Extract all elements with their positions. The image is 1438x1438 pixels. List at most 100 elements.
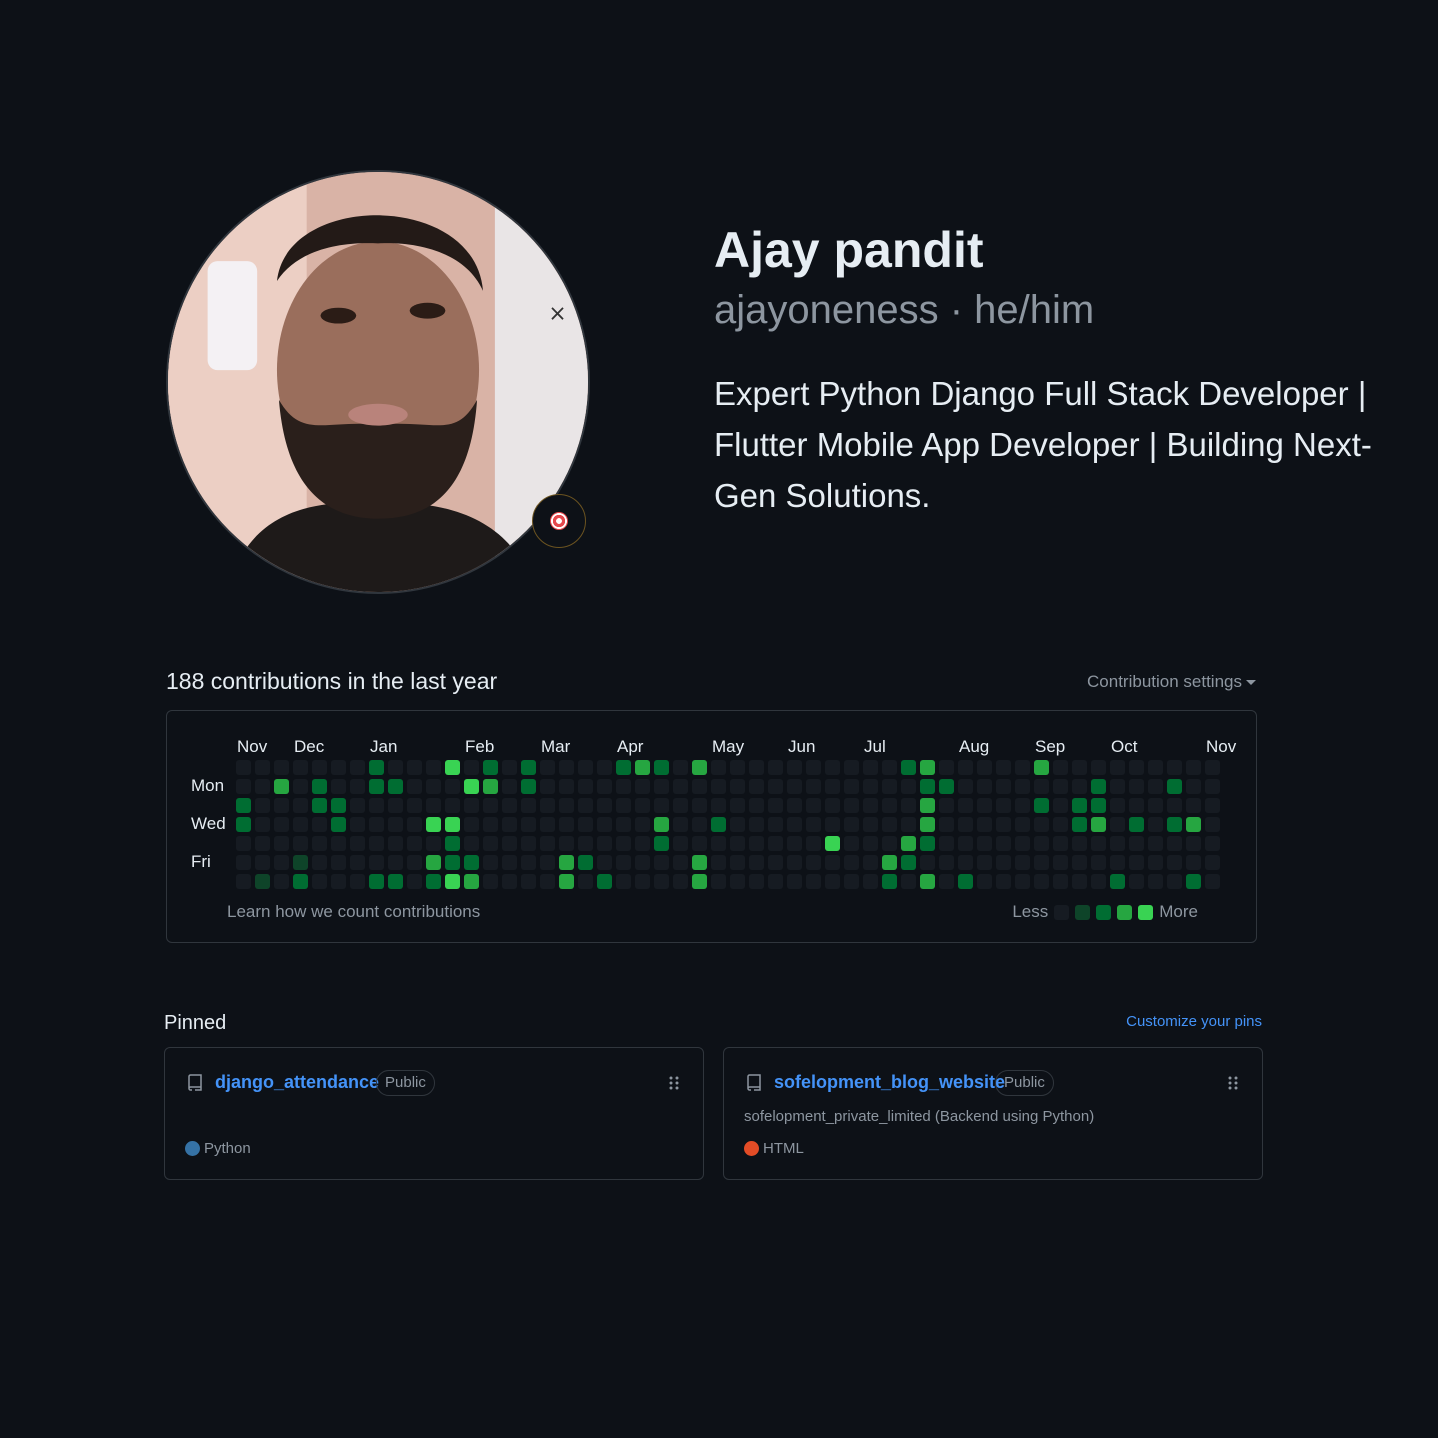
contribution-day-cell[interactable] bbox=[369, 798, 384, 813]
contribution-day-cell[interactable] bbox=[521, 760, 536, 775]
contribution-day-cell[interactable] bbox=[521, 855, 536, 870]
contribution-day-cell[interactable] bbox=[578, 855, 593, 870]
contribution-day-cell[interactable] bbox=[483, 798, 498, 813]
contribution-day-cell[interactable] bbox=[312, 836, 327, 851]
contribution-day-cell[interactable] bbox=[274, 779, 289, 794]
contribution-day-cell[interactable] bbox=[559, 874, 574, 889]
contribution-day-cell[interactable] bbox=[654, 817, 669, 832]
contribution-day-cell[interactable] bbox=[255, 779, 270, 794]
contribution-day-cell[interactable] bbox=[502, 817, 517, 832]
contribution-day-cell[interactable] bbox=[977, 855, 992, 870]
contribution-day-cell[interactable] bbox=[673, 836, 688, 851]
contribution-day-cell[interactable] bbox=[597, 760, 612, 775]
contribution-day-cell[interactable] bbox=[331, 836, 346, 851]
contribution-day-cell[interactable] bbox=[958, 874, 973, 889]
contribution-day-cell[interactable] bbox=[483, 855, 498, 870]
contribution-day-cell[interactable] bbox=[464, 798, 479, 813]
contribution-day-cell[interactable] bbox=[388, 836, 403, 851]
contribution-day-cell[interactable] bbox=[673, 874, 688, 889]
contribution-day-cell[interactable] bbox=[654, 855, 669, 870]
contribution-day-cell[interactable] bbox=[825, 855, 840, 870]
contribution-day-cell[interactable] bbox=[635, 798, 650, 813]
repo-name-link[interactable]: sofelopment_blog_website bbox=[774, 1072, 1005, 1093]
contribution-day-cell[interactable] bbox=[255, 817, 270, 832]
contribution-day-cell[interactable] bbox=[521, 874, 536, 889]
contribution-day-cell[interactable] bbox=[901, 817, 916, 832]
contribution-day-cell[interactable] bbox=[578, 779, 593, 794]
contribution-day-cell[interactable] bbox=[635, 817, 650, 832]
contribution-day-cell[interactable] bbox=[863, 760, 878, 775]
contribution-day-cell[interactable] bbox=[1186, 798, 1201, 813]
contribution-day-cell[interactable] bbox=[958, 798, 973, 813]
contribution-day-cell[interactable] bbox=[1034, 760, 1049, 775]
contribution-day-cell[interactable] bbox=[1072, 874, 1087, 889]
contribution-day-cell[interactable] bbox=[559, 817, 574, 832]
contribution-day-cell[interactable] bbox=[578, 798, 593, 813]
contribution-day-cell[interactable] bbox=[1110, 817, 1125, 832]
contribution-day-cell[interactable] bbox=[445, 760, 460, 775]
contribution-day-cell[interactable] bbox=[1015, 836, 1030, 851]
contribution-day-cell[interactable] bbox=[426, 855, 441, 870]
contribution-day-cell[interactable] bbox=[236, 855, 251, 870]
contribution-day-cell[interactable] bbox=[597, 779, 612, 794]
contribution-day-cell[interactable] bbox=[1091, 779, 1106, 794]
contribution-day-cell[interactable] bbox=[293, 779, 308, 794]
contribution-day-cell[interactable] bbox=[939, 760, 954, 775]
contribution-day-cell[interactable] bbox=[597, 798, 612, 813]
drag-handle-icon[interactable] bbox=[1228, 1076, 1238, 1090]
contribution-day-cell[interactable] bbox=[787, 855, 802, 870]
contribution-day-cell[interactable] bbox=[255, 855, 270, 870]
contribution-day-cell[interactable] bbox=[502, 855, 517, 870]
contribution-day-cell[interactable] bbox=[711, 760, 726, 775]
contribution-day-cell[interactable] bbox=[730, 836, 745, 851]
contribution-day-cell[interactable] bbox=[312, 817, 327, 832]
contribution-day-cell[interactable] bbox=[274, 760, 289, 775]
contribution-day-cell[interactable] bbox=[806, 760, 821, 775]
contribution-day-cell[interactable] bbox=[711, 855, 726, 870]
contribution-day-cell[interactable] bbox=[1205, 817, 1220, 832]
contribution-day-cell[interactable] bbox=[236, 779, 251, 794]
contribution-day-cell[interactable] bbox=[806, 874, 821, 889]
contribution-day-cell[interactable] bbox=[806, 779, 821, 794]
contribution-day-cell[interactable] bbox=[882, 779, 897, 794]
contribution-day-cell[interactable] bbox=[502, 836, 517, 851]
contribution-day-cell[interactable] bbox=[350, 817, 365, 832]
contribution-day-cell[interactable] bbox=[901, 855, 916, 870]
contribution-day-cell[interactable] bbox=[1167, 760, 1182, 775]
contribution-day-cell[interactable] bbox=[996, 798, 1011, 813]
contribution-day-cell[interactable] bbox=[749, 760, 764, 775]
contribution-day-cell[interactable] bbox=[369, 779, 384, 794]
contribution-day-cell[interactable] bbox=[901, 836, 916, 851]
contribution-day-cell[interactable] bbox=[1186, 855, 1201, 870]
contribution-day-cell[interactable] bbox=[958, 760, 973, 775]
contribution-day-cell[interactable] bbox=[407, 836, 422, 851]
contribution-day-cell[interactable] bbox=[806, 836, 821, 851]
contribution-day-cell[interactable] bbox=[768, 760, 783, 775]
contribution-day-cell[interactable] bbox=[1148, 779, 1163, 794]
contribution-day-cell[interactable] bbox=[1015, 855, 1030, 870]
contribution-day-cell[interactable] bbox=[483, 760, 498, 775]
contribution-day-cell[interactable] bbox=[692, 779, 707, 794]
contribution-day-cell[interactable] bbox=[350, 779, 365, 794]
contribution-day-cell[interactable] bbox=[977, 760, 992, 775]
contribution-day-cell[interactable] bbox=[920, 798, 935, 813]
contribution-day-cell[interactable] bbox=[825, 798, 840, 813]
contribution-day-cell[interactable] bbox=[426, 836, 441, 851]
contribution-day-cell[interactable] bbox=[1186, 760, 1201, 775]
contribution-day-cell[interactable] bbox=[293, 836, 308, 851]
contribution-day-cell[interactable] bbox=[635, 760, 650, 775]
contribution-day-cell[interactable] bbox=[787, 836, 802, 851]
contribution-day-cell[interactable] bbox=[255, 874, 270, 889]
contribution-day-cell[interactable] bbox=[407, 874, 422, 889]
contribution-day-cell[interactable] bbox=[768, 836, 783, 851]
contribution-day-cell[interactable] bbox=[711, 836, 726, 851]
contribution-day-cell[interactable] bbox=[977, 817, 992, 832]
contribution-day-cell[interactable] bbox=[958, 855, 973, 870]
contribution-day-cell[interactable] bbox=[901, 874, 916, 889]
contribution-day-cell[interactable] bbox=[464, 760, 479, 775]
contribution-day-cell[interactable] bbox=[787, 779, 802, 794]
contribution-day-cell[interactable] bbox=[958, 779, 973, 794]
contribution-day-cell[interactable] bbox=[920, 760, 935, 775]
contribution-day-cell[interactable] bbox=[521, 798, 536, 813]
contribution-day-cell[interactable] bbox=[369, 760, 384, 775]
